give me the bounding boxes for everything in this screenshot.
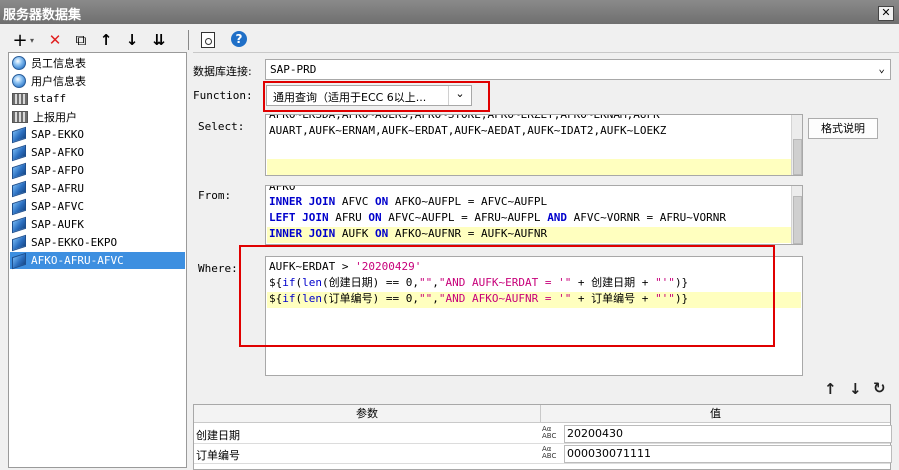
dataset-item-label: SAP-AUFK: [31, 218, 84, 231]
parameter-row: 创建日期 Aα ABC 20200430: [194, 424, 892, 444]
parameter-row: 订单编号 Aα ABC 000030071111: [194, 444, 892, 464]
dataset-item-label: SAP-EKKO: [31, 128, 84, 141]
help-icon[interactable]: ?: [231, 31, 247, 47]
sap-cube-icon: [12, 252, 26, 269]
dataset-item-label: AFKO-AFRU-AFVC: [31, 254, 124, 267]
dataset-item[interactable]: SAP-AUFK: [10, 216, 185, 233]
chevron-down-icon[interactable]: ⌄: [878, 62, 885, 75]
connection-label: 数据库连接:: [193, 65, 252, 78]
database-icon: [12, 73, 26, 88]
database-icon: [12, 55, 26, 70]
from-editor[interactable]: AFKO INNER JOIN AFVC ON AFKO~AUFPL = AFV…: [265, 185, 803, 245]
dataset-item[interactable]: SAP-AFRU: [10, 180, 185, 197]
dataset-item-label: 上报用户: [33, 110, 77, 124]
move-up-icon[interactable]: ↑: [98, 30, 114, 50]
connection-select[interactable]: SAP-PRD ⌄: [265, 59, 891, 80]
column-header-param: 参数: [194, 405, 541, 423]
dataset-item[interactable]: SAP-AFKO: [10, 144, 185, 161]
select-line: AUART,AUFK~ERNAM,AUFK~ERDAT,AUFK~AEDAT,A…: [269, 124, 667, 137]
sap-cube-icon: [12, 234, 26, 251]
editor-toolbar: ?: [193, 28, 899, 53]
close-icon[interactable]: ✕: [878, 6, 894, 21]
table-grid-icon: [12, 92, 28, 105]
parameters-table: 参数 值 创建日期 Aα ABC 20200430 订单编号 Aα ABC 0000300…: [193, 404, 892, 470]
preview-icon[interactable]: [201, 32, 215, 48]
where-label: Where:: [198, 262, 238, 275]
add-icon[interactable]: +: [12, 30, 28, 51]
column-header-value: 值: [541, 405, 890, 423]
dataset-item-label: SAP-AFVC: [31, 200, 84, 213]
sap-cube-icon: [12, 162, 26, 179]
table-grid-icon: [12, 110, 28, 123]
from-scrollbar[interactable]: [791, 186, 802, 244]
panel-splitter[interactable]: [188, 30, 192, 50]
dataset-item[interactable]: SAP-AFPO: [10, 162, 185, 179]
dataset-item[interactable]: SAP-EKKO: [10, 126, 185, 143]
dataset-item-label: SAP-AFPO: [31, 164, 84, 177]
annotation-box-function: [263, 81, 490, 112]
move-down-icon[interactable]: ↓: [124, 30, 140, 50]
from-line: INNER JOIN AFVC ON AFKO~AUFPL = AFVC~AUF…: [269, 195, 548, 208]
select-editor[interactable]: AFKO~LKSDA,AFKO~AUERS,AFKO~STOKE,AFKO~ER…: [265, 114, 803, 176]
delete-icon[interactable]: ✕: [46, 30, 64, 50]
function-label: Function:: [193, 89, 253, 102]
sap-cube-icon: [12, 126, 26, 143]
param-down-icon[interactable]: ↓: [849, 380, 862, 398]
text-type-icon: Aα ABC: [542, 425, 557, 440]
sap-cube-icon: [12, 180, 26, 197]
dataset-item-label: staff: [33, 92, 67, 105]
sort-icon[interactable]: ⇊: [150, 30, 168, 50]
dataset-item-label: SAP-EKKO-EKPO: [31, 236, 118, 249]
sap-cube-icon: [12, 216, 26, 233]
from-line: LEFT JOIN AFRU ON AFVC~AUFPL = AFRU~AUFP…: [269, 211, 727, 224]
copy-icon[interactable]: ⧉: [72, 30, 90, 50]
select-scrollbar[interactable]: [791, 115, 802, 175]
text-type-icon: Aα ABC: [542, 445, 557, 460]
param-up-icon[interactable]: ↑: [824, 380, 837, 398]
dataset-item[interactable]: SAP-AFVC: [10, 198, 185, 215]
format-help-button[interactable]: 格式说明: [808, 118, 878, 139]
dataset-item[interactable]: 上报用户: [10, 108, 185, 125]
dataset-item[interactable]: staff: [10, 90, 185, 107]
sap-cube-icon: [12, 198, 26, 215]
from-line: INNER JOIN AUFK ON AFKO~AUFNR = AUFK~AUF…: [269, 227, 548, 240]
annotation-box-where: [239, 245, 775, 347]
parameter-value-input[interactable]: 20200430: [564, 425, 892, 443]
parameter-name: 订单编号: [196, 449, 240, 462]
parameter-name: 创建日期: [196, 429, 240, 442]
parameter-value-input[interactable]: 000030071111: [564, 445, 892, 463]
select-line-partial: AFKO~LKSDA,AFKO~AUERS,AFKO~STOKE,AFKO~ER…: [269, 114, 660, 121]
left-toolbar: + ▾ ✕ ⧉ ↑ ↓ ⇊: [8, 28, 188, 52]
dataset-item-label: 员工信息表: [31, 56, 86, 70]
from-label: From:: [198, 189, 232, 202]
title-bar: 服务器数据集 ✕: [0, 0, 899, 24]
connection-value: SAP-PRD: [270, 63, 317, 76]
dataset-list: 员工信息表用户信息表 staff 上报用户 SAP-EKKO SAP-AFKO SAP-A…: [8, 52, 187, 468]
dataset-item[interactable]: 用户信息表: [10, 72, 185, 89]
dataset-item-label: SAP-AFKO: [31, 146, 84, 159]
dataset-item[interactable]: SAP-EKKO-EKPO: [10, 234, 185, 251]
window-title: 服务器数据集: [3, 8, 82, 23]
dataset-item[interactable]: AFKO-AFRU-AFVC: [10, 252, 185, 269]
dataset-item[interactable]: 员工信息表: [10, 54, 185, 71]
sap-cube-icon: [12, 144, 26, 161]
dataset-item-label: 用户信息表: [31, 74, 86, 88]
dataset-item-label: SAP-AFRU: [31, 182, 84, 195]
select-label: Select:: [198, 120, 245, 133]
add-dropdown-icon[interactable]: ▾: [28, 30, 36, 50]
refresh-icon[interactable]: ↻: [873, 379, 886, 397]
